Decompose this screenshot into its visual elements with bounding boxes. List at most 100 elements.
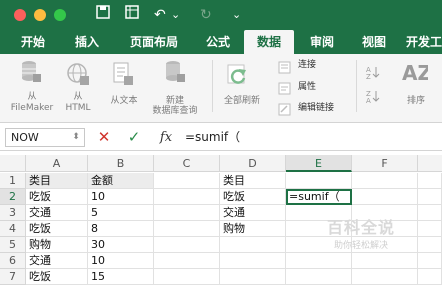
sort-button[interactable]: 排序 <box>396 96 436 107</box>
tab-developer[interactable]: 开发工 <box>398 30 442 54</box>
row-header-3[interactable]: 3 <box>0 205 26 221</box>
refresh-icon <box>226 62 252 92</box>
from-filemaker-button[interactable]: 从 FileMaker <box>4 92 60 114</box>
close-window-button[interactable] <box>14 9 26 21</box>
column-header-d[interactable]: D <box>220 155 286 172</box>
edit-links-button[interactable]: 编辑链接 <box>298 102 334 114</box>
edit-links-icon <box>278 101 291 120</box>
redo-icon[interactable]: ↻ <box>200 5 212 25</box>
tab-insert[interactable]: 插入 <box>64 30 110 54</box>
cell-d1[interactable]: 类目 <box>220 173 286 189</box>
cell-g1[interactable] <box>418 173 442 189</box>
cell-c6[interactable] <box>154 253 220 269</box>
undo-icon[interactable]: ↶ <box>154 5 166 25</box>
formula-input[interactable]: =sumif（ <box>185 128 442 147</box>
text-file-icon <box>112 62 134 90</box>
cell-c3[interactable] <box>154 205 220 221</box>
insert-function-button[interactable]: fx <box>156 128 176 147</box>
cell-c4[interactable] <box>154 221 220 237</box>
cell-a3[interactable]: 交通 <box>26 205 88 221</box>
undo-dropdown-icon[interactable]: ⌄ <box>171 5 180 25</box>
column-header-c[interactable]: C <box>154 155 220 172</box>
column-header-f[interactable]: F <box>352 155 418 172</box>
cell-d2[interactable]: 吃饭 <box>220 189 286 205</box>
ribbon-toolbar: 从 FileMaker 从 HTML 从文本 新建 数据库查询 全部刷新 连接 … <box>0 54 442 123</box>
cell-a5[interactable]: 购物 <box>26 237 88 253</box>
cell-e1[interactable] <box>286 173 352 189</box>
cell-b2[interactable]: 10 <box>88 189 154 205</box>
sort-ascending-icon[interactable]: AZ <box>366 64 380 83</box>
cell-a6[interactable]: 交通 <box>26 253 88 269</box>
tab-review[interactable]: 审阅 <box>300 30 344 54</box>
column-header-b[interactable]: B <box>88 155 154 172</box>
svg-text:Z: Z <box>366 73 371 79</box>
tab-formulas[interactable]: 公式 <box>196 30 240 54</box>
cell-g4[interactable] <box>418 221 442 237</box>
cell-d6[interactable] <box>220 253 286 269</box>
column-header-a[interactable]: A <box>26 155 88 172</box>
row-header-4[interactable]: 4 <box>0 221 26 237</box>
save-icon[interactable] <box>96 5 110 25</box>
select-all-corner[interactable] <box>0 155 26 172</box>
cell-g6[interactable] <box>418 253 442 269</box>
minimize-window-button[interactable] <box>34 9 46 21</box>
tab-page-layout[interactable]: 页面布局 <box>118 30 190 54</box>
cell-d5[interactable] <box>220 237 286 253</box>
column-header-g[interactable] <box>418 155 442 172</box>
title-bar: ↶ ⌄ ↻ ⌄ <box>0 0 442 30</box>
cell-b1[interactable]: 金额 <box>88 173 154 189</box>
tab-view[interactable]: 视图 <box>352 30 396 54</box>
cell-f2[interactable] <box>352 189 418 205</box>
cell-e6[interactable] <box>286 253 352 269</box>
properties-icon <box>278 80 291 99</box>
cell-d3[interactable]: 交通 <box>220 205 286 221</box>
sort-icon: AZ <box>400 60 432 92</box>
formula-bar: NOW ⬍ ✕ ✓ fx =sumif（ <box>0 124 442 151</box>
refresh-all-button[interactable]: 全部刷新 <box>216 96 268 107</box>
watermark-subtitle: 助你轻松解决 <box>333 241 388 251</box>
row-header-5[interactable]: 5 <box>0 237 26 253</box>
cell-g2[interactable] <box>418 189 442 205</box>
cancel-formula-button[interactable]: ✕ <box>96 128 112 147</box>
connections-button[interactable]: 连接 <box>298 59 316 71</box>
cell-d4[interactable]: 购物 <box>220 221 286 237</box>
cell-e2[interactable]: =sumif（ <box>286 189 352 205</box>
cell-b5[interactable]: 30 <box>88 237 154 253</box>
ribbon-divider <box>212 60 213 112</box>
cell-g3[interactable] <box>418 205 442 221</box>
globe-icon <box>66 62 90 90</box>
cell-c2[interactable] <box>154 189 220 205</box>
cell-f6[interactable] <box>352 253 418 269</box>
cell-a2[interactable]: 吃饭 <box>26 189 88 205</box>
cell-g5[interactable] <box>418 237 442 253</box>
properties-button[interactable]: 属性 <box>298 81 316 93</box>
ribbon-divider <box>356 60 357 112</box>
cell-b3[interactable]: 5 <box>88 205 154 221</box>
cell-a4[interactable]: 吃饭 <box>26 221 88 237</box>
tab-data[interactable]: 数据 <box>244 30 294 54</box>
cell-a1[interactable]: 类目 <box>26 173 88 189</box>
new-database-query-button[interactable]: 新建 数据库查询 <box>146 96 204 116</box>
from-text-button[interactable]: 从文本 <box>104 96 144 107</box>
svg-text:AZ: AZ <box>402 61 428 85</box>
cell-b4[interactable]: 8 <box>88 221 154 237</box>
cell-c1[interactable] <box>154 173 220 189</box>
row-header-2[interactable]: 2 <box>0 189 26 205</box>
column-header-e[interactable]: E <box>286 155 352 172</box>
row-header-1[interactable]: 1 <box>0 173 26 189</box>
name-box-dropdown-icon[interactable]: ⬍ <box>70 128 82 147</box>
enter-formula-button[interactable]: ✓ <box>126 128 142 147</box>
watermark-title: 百科全说 <box>326 218 395 237</box>
zoom-window-button[interactable] <box>54 9 66 21</box>
sort-descending-icon[interactable]: ZA <box>366 88 380 107</box>
watermark: 百科全说 助你轻松解决 <box>306 214 416 251</box>
cell-c5[interactable] <box>154 237 220 253</box>
from-html-button[interactable]: 从 HTML <box>58 92 98 114</box>
table-icon[interactable] <box>125 5 139 25</box>
tab-home[interactable]: 开始 <box>10 30 56 54</box>
row-header-6[interactable]: 6 <box>0 253 26 269</box>
customize-toolbar-icon[interactable]: ⌄ <box>232 5 241 25</box>
cell-f1[interactable] <box>352 173 418 189</box>
database-query-icon <box>164 60 186 88</box>
cell-b6[interactable]: 10 <box>88 253 154 269</box>
